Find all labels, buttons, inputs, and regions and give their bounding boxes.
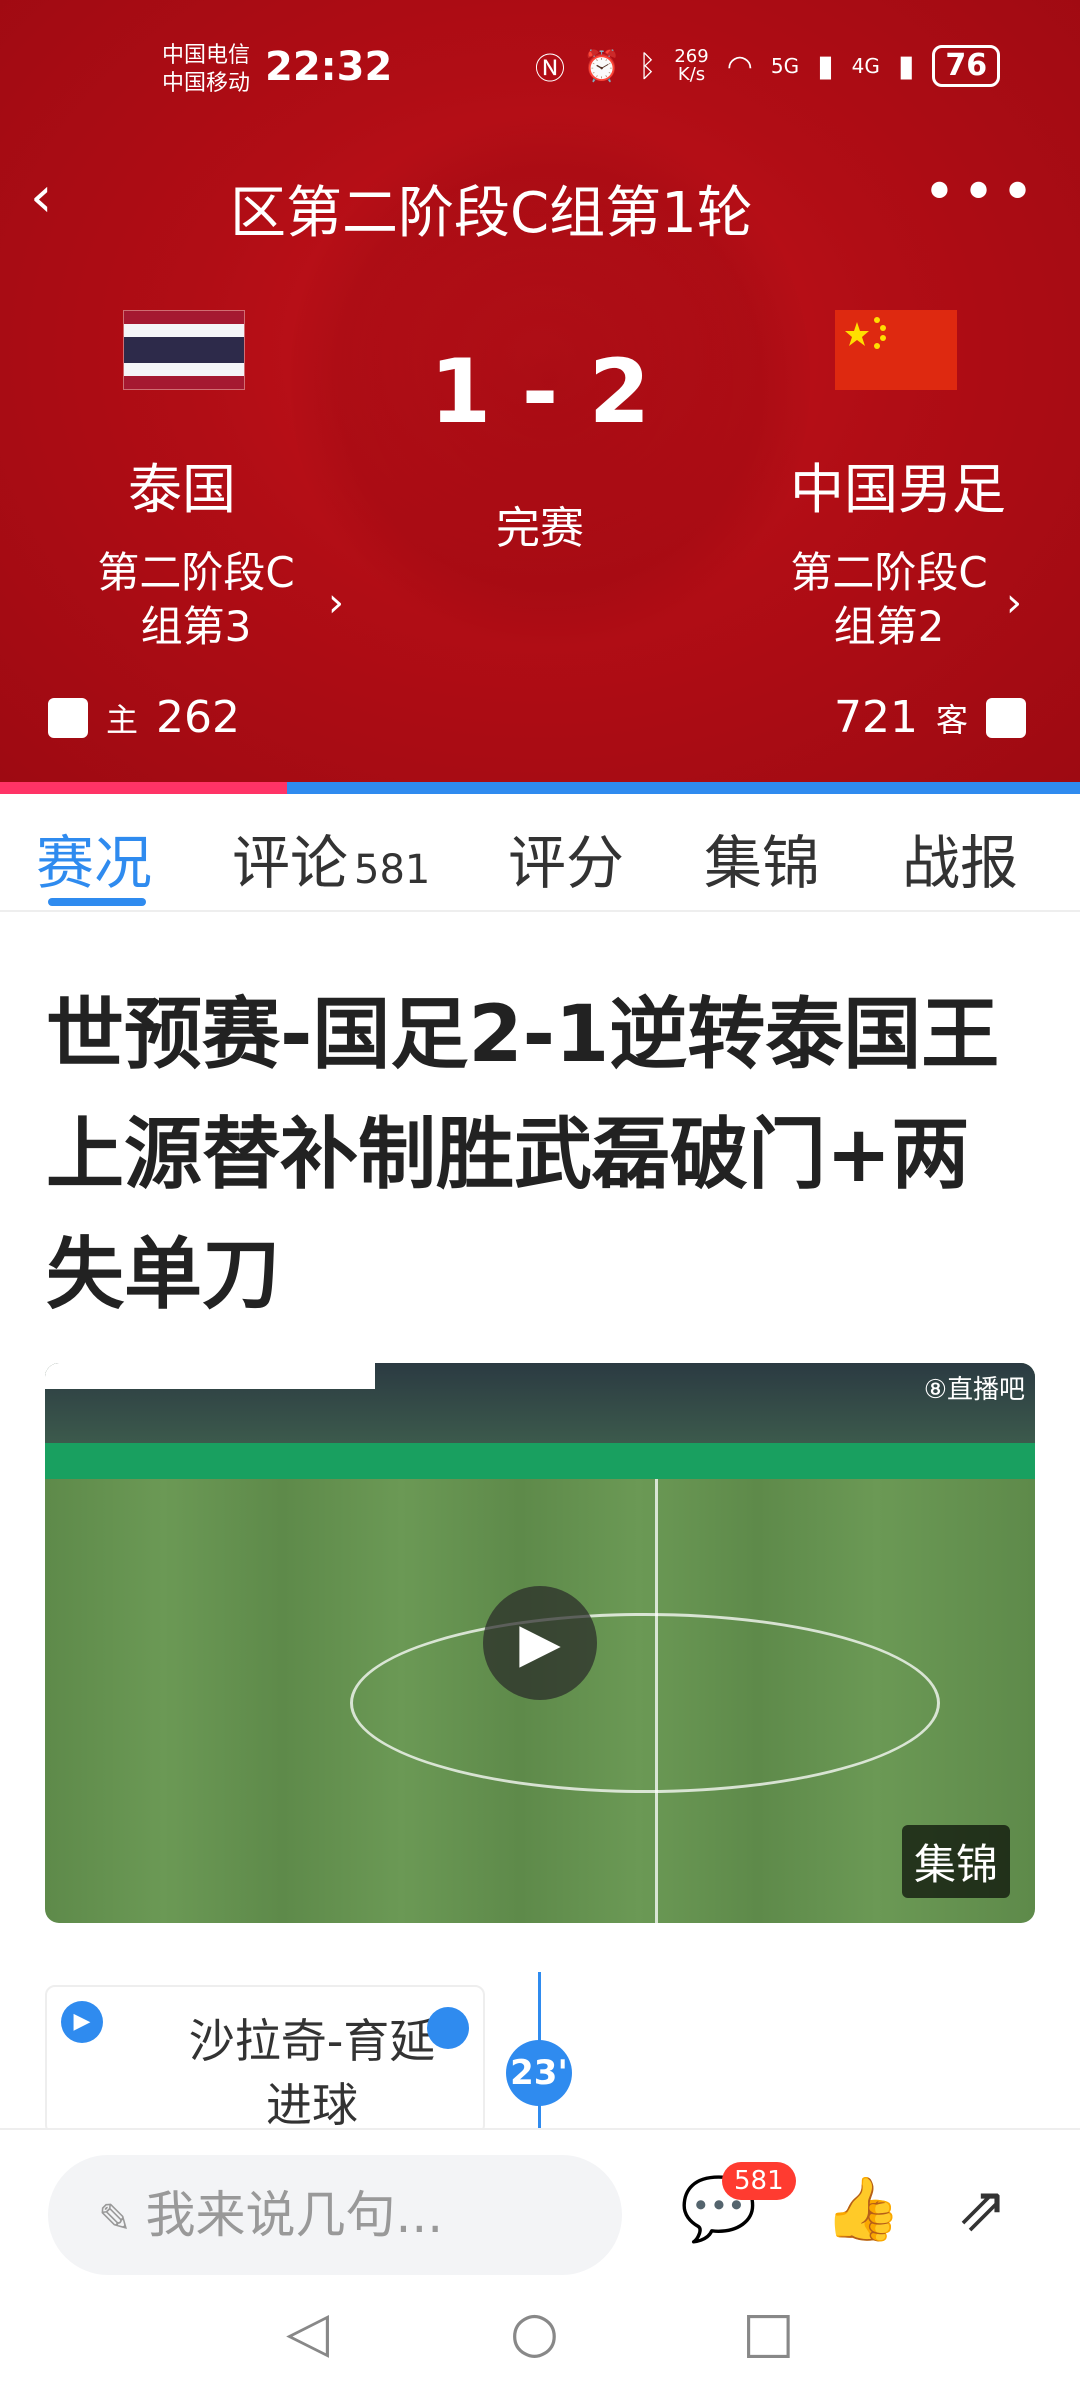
like-icon[interactable]: 👍	[824, 2172, 901, 2246]
pen-icon: ✎	[98, 2196, 132, 2242]
away-like-count: 721	[834, 692, 918, 743]
signal-5g: 5G	[770, 54, 800, 78]
status-icons: Ⓝ ⏰ ᛒ 269 K/s ◠ 5G ▮ 4G ▮ 76	[535, 44, 1001, 88]
comment-count-badge: 581	[722, 2162, 796, 2200]
pitch-center-circle	[350, 1613, 940, 1793]
goal-event-text: 沙拉奇-育延进球	[188, 2014, 436, 2132]
article-headline[interactable]: 世预赛-国足2-1逆转泰国王上源替补制胜武磊破门+两失单刀	[46, 975, 1036, 1335]
wifi-icon: ◠	[726, 48, 753, 84]
video-score-overlay	[45, 1363, 375, 1389]
tab-match-status[interactable]: 赛况	[36, 816, 152, 900]
thumbs-up-icon	[48, 697, 88, 738]
away-tag: 客	[935, 700, 968, 739]
nav-recent-button[interactable]: □	[742, 2300, 795, 2365]
back-button[interactable]: ‹	[30, 170, 52, 226]
home-team-standing[interactable]: 第二阶段C 组第3 ›	[66, 546, 344, 654]
away-support-bar	[287, 782, 1080, 794]
tab-label: 评论	[232, 829, 349, 897]
tab-bar: 赛况 评论 581 评分 集锦 战报	[0, 794, 1080, 912]
signal-bars-icon: ▮	[817, 48, 834, 84]
away-standing-line1: 第二阶段C	[790, 548, 988, 597]
away-like-button[interactable]: 721 客	[834, 692, 1026, 743]
home-standing-line2: 组第3	[140, 602, 252, 651]
home-like-button[interactable]: 主 262	[48, 692, 240, 743]
net-speed-unit: K/s	[677, 64, 706, 85]
bluetooth-icon: ᛒ	[638, 48, 657, 84]
tab-label: 评分	[508, 829, 625, 897]
play-icon[interactable]: ▶	[61, 2001, 103, 2043]
net-speed: 269 K/s	[674, 48, 708, 84]
page-title: 区第二阶段C组第1轮	[230, 181, 753, 246]
match-header: 中国电信 中国移动 22:32 Ⓝ ⏰ ᛒ 269 K/s ◠ 5G ▮ 4G …	[0, 0, 1080, 782]
chevron-right-icon: ›	[1006, 580, 1022, 626]
thumbs-up-icon	[986, 697, 1026, 738]
signal-bars-icon-2: ▮	[897, 48, 915, 84]
battery-indicator: 76	[932, 45, 1001, 87]
football-icon	[427, 2007, 469, 2049]
match-score: 1 - 2	[429, 340, 651, 443]
tab-label: 集锦	[704, 829, 821, 897]
top-bar: ‹ 区第二阶段C组第1轮 •••	[0, 150, 1080, 250]
comment-input[interactable]: ✎ 我来说几句...	[48, 2155, 622, 2275]
nfc-icon: Ⓝ	[535, 52, 565, 87]
alarm-icon: ⏰	[583, 48, 621, 84]
more-options-button[interactable]: •••	[923, 160, 1040, 225]
nav-home-button[interactable]: ○	[510, 2300, 559, 2365]
home-support-bar	[0, 782, 288, 794]
comment-placeholder: 我来说几句...	[145, 2186, 444, 2244]
goal-event-card[interactable]: ▶ 沙拉奇-育延进球	[45, 1985, 485, 2135]
nav-back-button[interactable]: ◁	[286, 2300, 329, 2365]
clock: 22:32	[265, 44, 393, 90]
tab-label: 战报	[902, 829, 1019, 897]
carrier-1: 中国电信	[162, 43, 251, 68]
home-team-name: 泰国	[128, 458, 236, 521]
share-icon[interactable]: ⇗	[956, 2172, 1008, 2245]
signal-4g: 4G	[851, 54, 880, 78]
event-minute-badge: 23'	[506, 2040, 572, 2106]
flag-stripe	[124, 311, 244, 324]
system-navigation-bar: ◁ ○ □	[0, 2278, 1080, 2400]
video-brand-overlay: ⑧直播吧	[923, 1375, 1025, 1405]
chevron-right-icon: ›	[328, 580, 344, 626]
away-team-name: 中国男足	[790, 458, 1006, 521]
active-tab-indicator	[48, 898, 146, 906]
highlight-video[interactable]: ⑧直播吧 ▶ 集锦	[45, 1363, 1035, 1923]
video-adboard	[45, 1443, 1035, 1479]
page: 中国电信 中国移动 22:32 Ⓝ ⏰ ᛒ 269 K/s ◠ 5G ▮ 4G …	[0, 0, 1080, 2400]
status-bar: 中国电信 中国移动 22:32 Ⓝ ⏰ ᛒ 269 K/s ◠ 5G ▮ 4G …	[0, 0, 1080, 140]
tab-highlights[interactable]: 集锦	[704, 816, 820, 900]
flag-stripe	[124, 324, 244, 337]
home-tag: 主	[106, 700, 139, 739]
tab-label: 赛况	[36, 829, 153, 897]
bottom-action-bar: ✎ 我来说几句... 💬 581 👍 ⇗	[0, 2128, 1080, 2278]
away-team-standing[interactable]: 第二阶段C 组第2 ›	[778, 546, 1022, 654]
play-icon[interactable]: ▶	[483, 1586, 597, 1700]
home-standing-line1: 第二阶段C	[97, 548, 295, 597]
tab-comment-count: 581	[354, 847, 431, 893]
tab-ratings[interactable]: 评分	[508, 816, 624, 900]
home-like-count: 262	[156, 692, 240, 743]
tab-report[interactable]: 战报	[902, 816, 1018, 900]
highlight-tag: 集锦	[901, 1825, 1010, 1898]
support-ratio-bar	[0, 782, 1080, 794]
carrier-names: 中国电信 中国移动	[162, 42, 250, 98]
tab-comments[interactable]: 评论 581	[232, 816, 430, 900]
carrier-2: 中国移动	[162, 71, 251, 96]
away-standing-line2: 组第2	[833, 602, 945, 651]
